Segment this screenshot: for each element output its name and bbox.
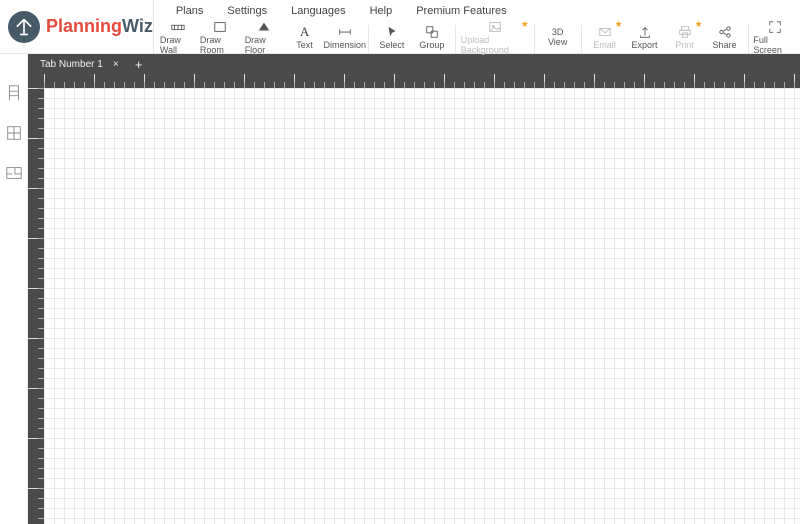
toolbar-label: Print: [675, 40, 694, 50]
toolbar-label-top: 3D: [552, 27, 564, 37]
draw-floor-button[interactable]: Draw Floor: [243, 21, 285, 53]
toolbar: Draw Wall Draw Room Draw Floor A Text Di…: [154, 21, 800, 53]
ruler-row: [28, 74, 800, 88]
toolbar-label: Full Screen: [753, 35, 797, 55]
menu-languages[interactable]: Languages: [281, 1, 355, 21]
draw-room-button[interactable]: Draw Room: [198, 21, 243, 53]
room-icon: [213, 20, 227, 34]
toolbar-separator: [581, 25, 582, 53]
email-button[interactable]: ★ Email: [585, 21, 625, 53]
window-icon: [5, 124, 23, 142]
logo-text: PlanningWiz: [46, 16, 153, 37]
ruler-vertical[interactable]: [28, 88, 44, 524]
toolbar-label: Dimension: [324, 40, 367, 50]
export-icon: [638, 25, 652, 39]
rooms-tool-button[interactable]: [3, 162, 25, 184]
menu-plans[interactable]: Plans: [166, 1, 214, 21]
chair-icon: [5, 84, 23, 102]
toolbar-label: Share: [713, 40, 737, 50]
share-icon: [718, 25, 732, 39]
group-icon: [425, 25, 439, 39]
toolbar-label: Upload Background: [461, 35, 529, 55]
left-toolbar: [0, 54, 28, 524]
dimension-icon: [338, 25, 352, 39]
tab[interactable]: Tab Number 1 ×: [28, 54, 129, 74]
body: Tab Number 1 × +: [0, 54, 800, 524]
3d-view-button[interactable]: 3D View: [538, 21, 578, 53]
floorplan-icon: [5, 164, 23, 182]
menu-premium[interactable]: Premium Features: [406, 1, 516, 21]
tab-label: Tab Number 1: [40, 59, 103, 70]
toolbar-label: Email: [593, 40, 616, 50]
premium-star-icon: ★: [614, 19, 622, 30]
toolbar-label: View: [548, 37, 567, 47]
share-button[interactable]: Share: [705, 21, 745, 53]
toolbar-separator: [534, 25, 535, 53]
toolbar-separator: [368, 25, 369, 53]
canvas-area: Tab Number 1 × +: [28, 54, 800, 524]
menu-help[interactable]: Help: [360, 1, 403, 21]
ruler-horizontal[interactable]: [44, 74, 800, 88]
toolbar-label: Draw Room: [200, 35, 241, 55]
print-button[interactable]: ★ Print: [665, 21, 705, 53]
header-right: Plans Settings Languages Help Premium Fe…: [154, 0, 800, 53]
image-icon: [488, 20, 502, 34]
select-button[interactable]: Select: [372, 21, 412, 53]
furniture-tool-button[interactable]: [3, 82, 25, 104]
logo-word-1: Planning: [46, 16, 122, 36]
toolbar-separator: [748, 25, 749, 53]
fullscreen-button[interactable]: Full Screen: [751, 21, 799, 53]
toolbar-separator: [455, 25, 456, 53]
add-tab-button[interactable]: +: [129, 57, 149, 72]
toolbar-label: Export: [632, 40, 658, 50]
tab-close-icon[interactable]: ×: [113, 59, 119, 70]
fullscreen-icon: [768, 20, 782, 34]
drawing-canvas[interactable]: [44, 88, 800, 524]
email-icon: [598, 25, 612, 39]
text-button[interactable]: A Text: [285, 21, 325, 53]
print-icon: [678, 25, 692, 39]
menu-bar: Plans Settings Languages Help Premium Fe…: [154, 0, 800, 21]
wall-icon: [171, 20, 185, 34]
premium-star-icon: ★: [694, 19, 702, 30]
header: PlanningWiz Plans Settings Languages Hel…: [0, 0, 800, 54]
text-icon: A: [298, 25, 312, 39]
upload-background-button[interactable]: ★ Upload Background: [459, 21, 531, 53]
pointer-icon: [385, 25, 399, 39]
toolbar-label: Text: [296, 40, 313, 50]
logo-area: PlanningWiz: [0, 0, 154, 53]
app-root: PlanningWiz Plans Settings Languages Hel…: [0, 0, 800, 524]
group-button[interactable]: Group: [412, 21, 452, 53]
toolbar-label: Draw Floor: [245, 35, 283, 55]
canvas-row: [28, 88, 800, 524]
dimension-button[interactable]: Dimension: [325, 21, 366, 53]
toolbar-label: Draw Wall: [160, 35, 196, 55]
ruler-corner: [28, 74, 44, 88]
floor-icon: [257, 20, 271, 34]
tab-strip: Tab Number 1 × +: [28, 54, 800, 74]
toolbar-label: Select: [379, 40, 404, 50]
openings-tool-button[interactable]: [3, 122, 25, 144]
draw-wall-button[interactable]: Draw Wall: [158, 21, 198, 53]
toolbar-label: Group: [419, 40, 444, 50]
logo-icon: [8, 11, 40, 43]
premium-star-icon: ★: [521, 19, 529, 30]
menu-settings[interactable]: Settings: [217, 1, 277, 21]
logo-word-2: Wiz: [122, 16, 153, 36]
export-button[interactable]: Export: [625, 21, 665, 53]
